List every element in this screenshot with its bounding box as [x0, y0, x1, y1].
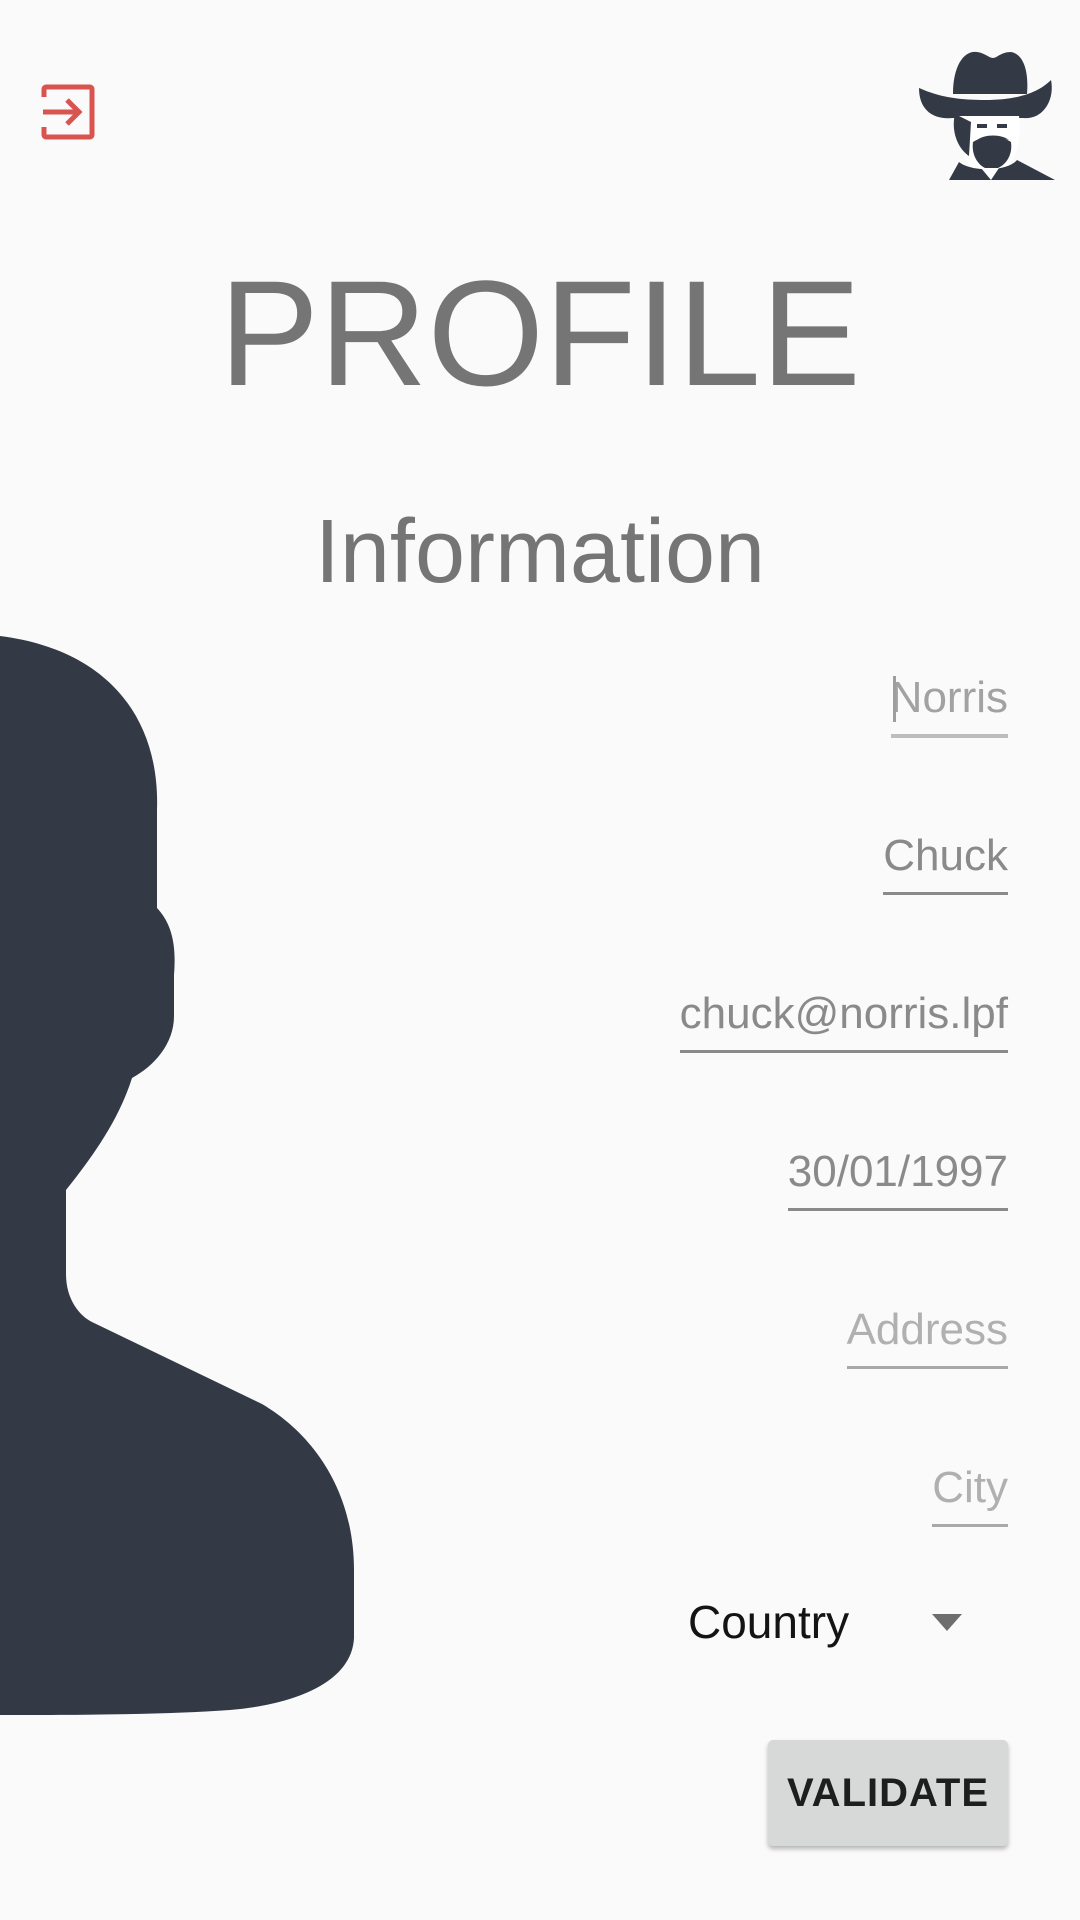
- last-name-input[interactable]: Norris: [890, 672, 1008, 738]
- page-title: PROFILE: [219, 249, 861, 417]
- city-input[interactable]: City: [932, 1462, 1008, 1527]
- chevron-down-icon: [932, 1614, 962, 1631]
- section-title: Information: [314, 502, 766, 602]
- validate-button[interactable]: VALIDATE: [768, 1740, 1008, 1846]
- address-input[interactable]: Address: [846, 1304, 1008, 1369]
- country-selected-value: Country: [688, 1596, 850, 1648]
- country-select[interactable]: Country: [688, 1594, 968, 1654]
- birthdate-value: 30/01/1997: [787, 1147, 1008, 1196]
- email-input[interactable]: chuck@norris.lpf: [679, 988, 1008, 1053]
- city-placeholder: City: [932, 1463, 1008, 1512]
- birthdate-input[interactable]: 30/01/1997: [787, 1146, 1008, 1211]
- text-cursor: [892, 676, 896, 722]
- first-name-input[interactable]: Chuck: [883, 830, 1008, 895]
- email-value: chuck@norris.lpf: [679, 989, 1008, 1038]
- last-name-value: Norris: [890, 673, 1008, 722]
- profile-avatar[interactable]: [915, 44, 1055, 180]
- cowboy-avatar-icon: [919, 51, 1055, 180]
- address-placeholder: Address: [846, 1305, 1008, 1354]
- first-name-value: Chuck: [883, 831, 1008, 880]
- logout-icon: [41, 84, 95, 140]
- logout-button[interactable]: [28, 72, 108, 152]
- person-silhouette-icon: [0, 636, 354, 1715]
